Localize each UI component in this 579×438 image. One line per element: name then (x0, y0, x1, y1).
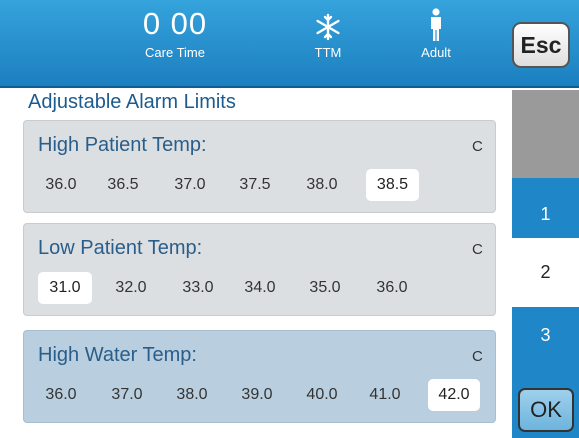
low-patient-temp-unit: C (472, 241, 483, 258)
high-patient-temp-label: High Patient Temp: (38, 134, 207, 156)
adult-person-icon (406, 6, 466, 42)
high-patient-temp-card: High Patient Temp: C 36.0 36.5 37.0 37.5… (23, 120, 496, 213)
tab-page-1[interactable]: 1 (512, 178, 579, 238)
sidebar-spacer (512, 90, 579, 178)
patient-type-label: Adult (421, 45, 451, 60)
low-patient-temp-option[interactable]: 31.0 (38, 272, 92, 304)
high-patient-temp-option[interactable]: 36.0 (38, 169, 84, 201)
low-patient-temp-label: Low Patient Temp: (38, 237, 203, 259)
low-patient-temp-option[interactable]: 36.0 (369, 272, 415, 304)
care-time-status: 0 00 Care Time (130, 6, 220, 60)
low-patient-temp-option[interactable]: 33.0 (175, 272, 221, 304)
ok-button[interactable]: OK (518, 388, 574, 432)
high-water-temp-option[interactable]: 36.0 (38, 379, 84, 411)
low-patient-temp-card: Low Patient Temp: C 31.0 32.0 33.0 34.0 … (23, 223, 496, 316)
high-patient-temp-option[interactable]: 37.0 (167, 169, 213, 201)
esc-button[interactable]: Esc (512, 22, 570, 68)
patient-type-status: Adult (406, 6, 466, 60)
high-water-temp-label: High Water Temp: (38, 344, 197, 366)
high-water-temp-option[interactable]: 37.0 (104, 379, 150, 411)
high-water-temp-option[interactable]: 40.0 (299, 379, 345, 411)
low-patient-temp-option[interactable]: 32.0 (108, 272, 154, 304)
status-bar: 0 00 Care Time TTM Adult (0, 0, 579, 88)
high-patient-temp-option[interactable]: 36.5 (100, 169, 146, 201)
high-water-temp-option[interactable]: 39.0 (234, 379, 280, 411)
high-water-temp-unit: C (472, 348, 483, 365)
ttm-status: TTM (298, 6, 358, 60)
care-time-label: Care Time (145, 45, 205, 60)
high-water-temp-option[interactable]: 42.0 (428, 379, 480, 411)
high-patient-temp-option[interactable]: 37.5 (232, 169, 278, 201)
snowflake-icon (298, 6, 358, 42)
high-water-temp-card: High Water Temp: C 36.0 37.0 38.0 39.0 4… (23, 330, 496, 423)
ttm-label: TTM (314, 45, 342, 60)
high-patient-temp-unit: C (472, 138, 483, 155)
page-title: Adjustable Alarm Limits (28, 91, 236, 113)
tab-page-2[interactable]: 2 (512, 238, 579, 307)
high-patient-temp-option[interactable]: 38.5 (366, 169, 419, 201)
low-patient-temp-option[interactable]: 34.0 (237, 272, 283, 304)
low-patient-temp-option[interactable]: 35.0 (302, 272, 348, 304)
page-tab-sidebar: 1 2 3 OK (512, 90, 579, 438)
care-time-value: 0 00 (142, 6, 208, 41)
high-patient-temp-option[interactable]: 38.0 (299, 169, 345, 201)
high-water-temp-option[interactable]: 38.0 (169, 379, 215, 411)
high-water-temp-option[interactable]: 41.0 (362, 379, 408, 411)
